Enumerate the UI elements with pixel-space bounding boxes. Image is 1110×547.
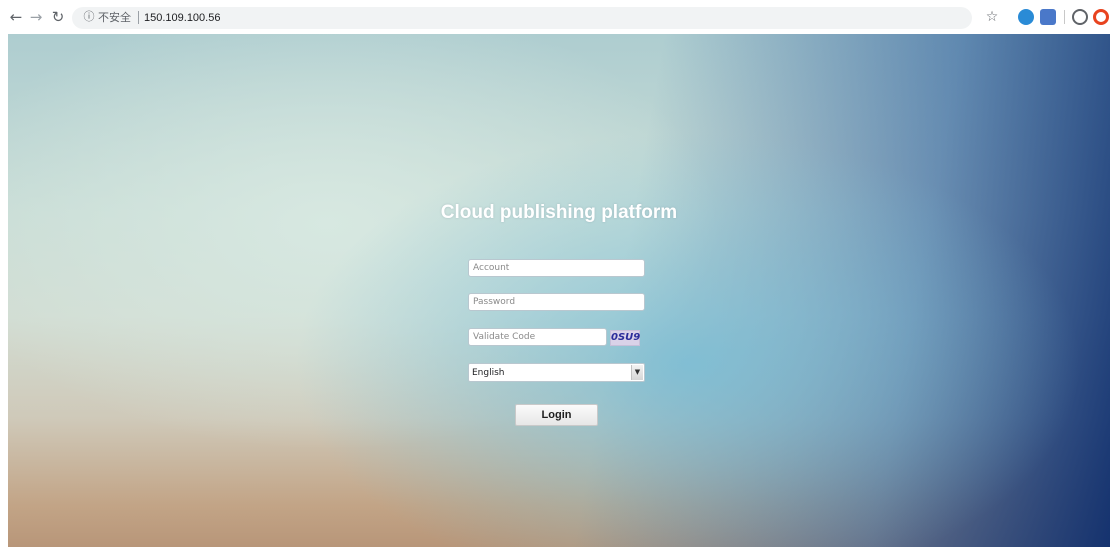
language-value: English [472,368,505,378]
reload-icon[interactable]: ↻ [48,7,68,27]
page-title: Cloud publishing platform [440,202,678,223]
account-icon[interactable] [1072,9,1088,25]
red-extension-icon[interactable] [1093,9,1109,25]
blue-extension-icon[interactable] [1018,9,1034,25]
address-divider [138,11,139,24]
validate-code-input[interactable] [468,328,607,346]
address-bar[interactable]: ⓘ 不安全 150.109.100.56 [72,7,972,29]
login-page: Cloud publishing platform 0SU9 English ▼… [8,34,1110,547]
browser-toolbar: ← → ↻ ⓘ 不安全 150.109.100.56 ☆ [0,0,1110,34]
password-input[interactable] [468,293,645,311]
star-icon[interactable]: ☆ [983,8,1001,26]
book-extension-icon[interactable] [1040,9,1056,25]
account-input[interactable] [468,259,645,277]
chevron-down-icon[interactable]: ▼ [631,365,643,380]
security-label[interactable]: 不安全 [98,11,131,25]
arrow-left-icon[interactable]: ← [6,7,26,27]
arrow-right-icon[interactable]: → [26,7,46,27]
login-button[interactable]: Login [515,404,598,426]
language-select[interactable]: English ▼ [468,363,645,382]
info-icon[interactable]: ⓘ [82,10,96,24]
toolbar-divider [1064,10,1065,24]
captcha-image[interactable]: 0SU9 [610,330,640,346]
url-text[interactable]: 150.109.100.56 [144,11,220,25]
